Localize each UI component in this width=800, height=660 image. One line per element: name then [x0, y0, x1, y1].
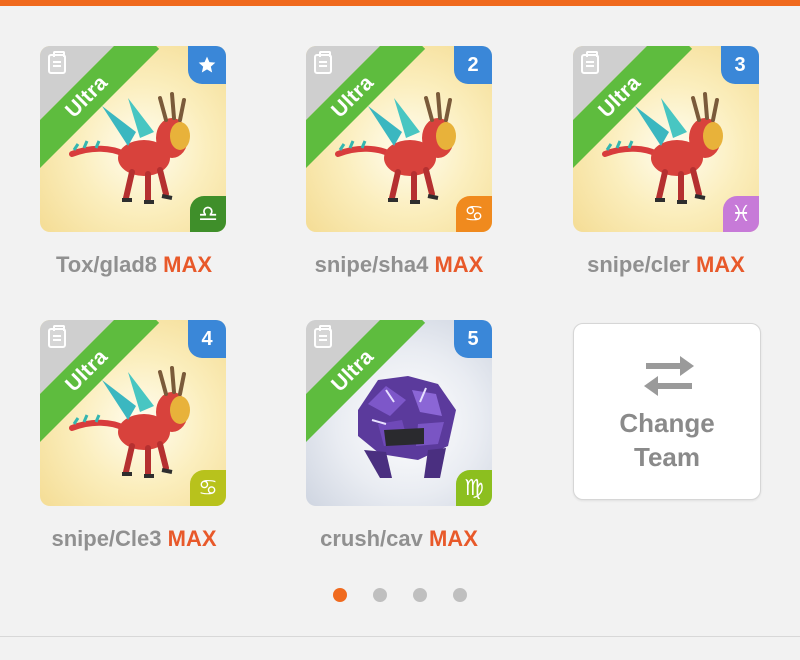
page-dot-2[interactable] [373, 588, 387, 602]
team-member-label: snipe/Cle3 MAX [51, 526, 217, 551]
clipboard-icon [314, 51, 332, 74]
change-team-label-line2: Team [634, 442, 700, 472]
clipboard-icon [581, 51, 599, 74]
change-team-label-line1: Change [619, 408, 715, 438]
swap-arrows-icon [644, 356, 694, 396]
clipboard-icon [314, 325, 332, 348]
clipboard-icon [48, 51, 66, 74]
team-member-label: snipe/sha4 MAX [314, 252, 484, 277]
cancer-icon: ♋ [456, 196, 492, 232]
page-dot-3[interactable] [413, 588, 427, 602]
libra-icon: ♎ [190, 196, 226, 232]
team-member-label: Tox/glad8 MAX [55, 252, 213, 277]
golem-creature-image [358, 376, 456, 478]
clipboard-icon [48, 325, 66, 348]
team-member-label: crush/cav MAX [320, 526, 478, 551]
page-dot-4[interactable] [453, 588, 467, 602]
dragon-creature-image [69, 92, 190, 204]
team-member-label: snipe/cler MAX [587, 252, 745, 277]
team-card-1[interactable]: Ultra ♎ [40, 46, 226, 232]
team-card-3[interactable]: Ultra 3 ♓ [573, 46, 759, 232]
virgo-icon: ♍ [456, 470, 492, 506]
top-accent-bar [0, 0, 800, 6]
dragon-creature-image [69, 366, 190, 478]
team-card-5[interactable]: Ultra 5 ♍ [306, 320, 492, 506]
dragon-creature-image [602, 92, 723, 204]
dragon-creature-image [335, 92, 456, 204]
bottom-divider [0, 636, 800, 637]
team-card-2[interactable]: Ultra 2 ♋ [306, 46, 492, 232]
cancer-icon: ♋ [190, 470, 226, 506]
page-dot-1[interactable] [333, 588, 347, 602]
change-team-button[interactable]: Change Team [573, 323, 761, 500]
team-card-4[interactable]: Ultra 4 ♋ [40, 320, 226, 506]
pisces-icon: ♓ [723, 196, 759, 232]
